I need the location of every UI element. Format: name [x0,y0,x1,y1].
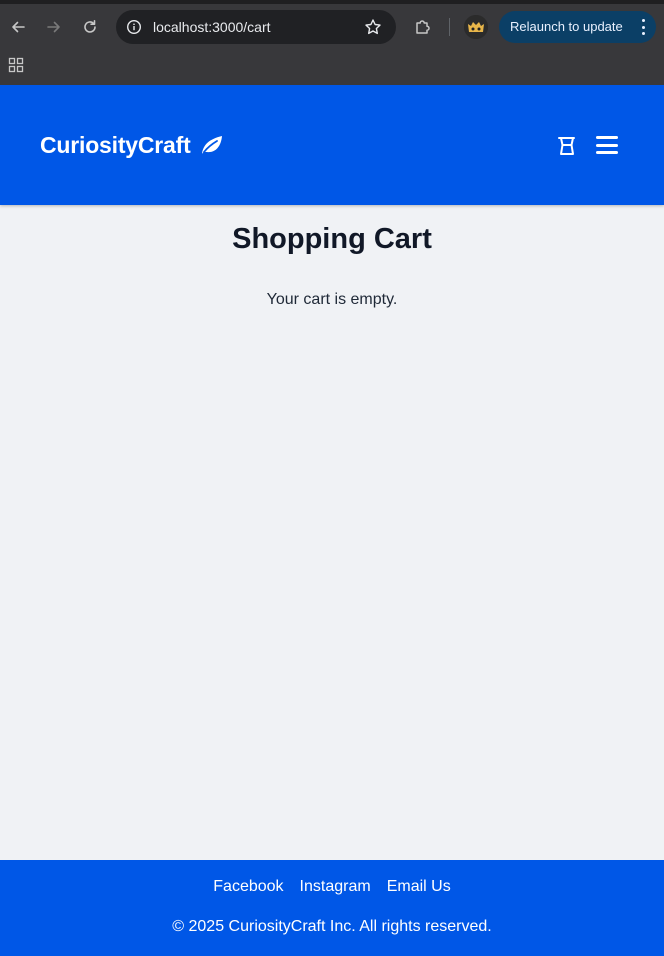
footer-link-instagram[interactable]: Instagram [300,878,371,896]
site-header: CuriosityCraft [0,85,664,205]
browser-toolbar: localhost:3000/cart Relaunch to update [0,0,664,85]
extensions-puzzle-icon[interactable] [411,15,435,39]
back-arrow-icon[interactable] [7,16,29,38]
footer-link-facebook[interactable]: Facebook [213,878,283,896]
leaf-icon [199,133,225,157]
copyright-text: © 2025 CuriosityCraft Inc. All rights re… [172,918,492,935]
empty-cart-message: Your cart is empty. [266,291,398,308]
page-viewport: CuriosityCraft Shopping Cart Your cart i… [0,85,664,956]
hamburger-menu-icon[interactable] [596,135,618,155]
reload-icon[interactable] [79,16,101,38]
footer-links: Facebook Instagram Email Us [0,878,664,896]
shopping-cart-icon[interactable] [556,135,578,157]
footer-link-email[interactable]: Email Us [387,878,451,896]
page-title: Shopping Cart [232,223,432,255]
toolbar-divider [449,18,450,36]
relaunch-button[interactable]: Relaunch to update [499,11,656,43]
bookmark-star-icon[interactable] [364,18,382,36]
more-vert-icon[interactable] [640,19,646,35]
site-info-icon[interactable] [126,19,142,35]
profile-avatar[interactable] [464,15,488,39]
site-footer: Facebook Instagram Email Us © 2025 Curio… [0,860,664,956]
brand-name: CuriosityCraft [40,131,191,158]
brand-logo[interactable]: CuriosityCraft [40,130,225,160]
apps-grid-icon[interactable] [8,57,24,73]
address-bar[interactable]: localhost:3000/cart [116,10,396,44]
url-text[interactable]: localhost:3000/cart [153,10,271,44]
tab-strip [0,0,664,4]
forward-arrow-icon[interactable] [43,16,65,38]
relaunch-label: Relaunch to update [510,19,623,34]
